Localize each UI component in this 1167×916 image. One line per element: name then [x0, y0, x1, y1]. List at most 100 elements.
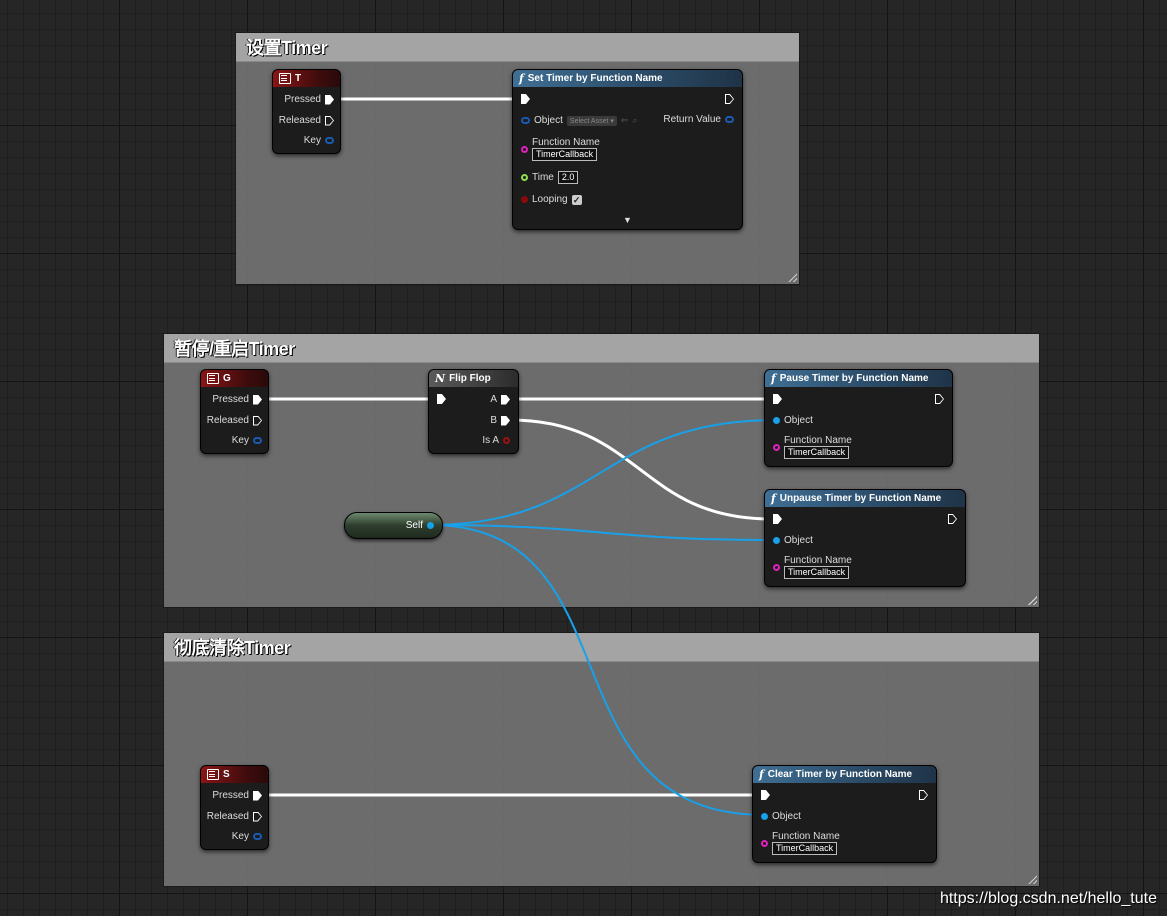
key-event-node-s[interactable]: S Pressed Released Key	[200, 765, 269, 850]
function-name-pin-row[interactable]: Function Name TimerCallback	[521, 137, 600, 161]
function-name-label: Function Name	[772, 831, 840, 842]
exec-pin-icon[interactable]	[773, 394, 782, 404]
exec-out-pin[interactable]	[948, 514, 957, 524]
object-pin-icon[interactable]	[773, 537, 780, 544]
resize-handle-icon[interactable]	[788, 273, 797, 282]
object-pin-row[interactable]: Object	[773, 415, 813, 426]
resize-handle-icon[interactable]	[1028, 596, 1037, 605]
comment-title[interactable]: 暂停/重启Timer	[164, 334, 1039, 363]
exec-pin-icon[interactable]	[935, 394, 944, 404]
struct-pin-icon[interactable]	[253, 437, 262, 444]
exec-pin-icon[interactable]	[253, 790, 262, 801]
object-pin-row[interactable]: Object Select Asset ▾ ⇐ ⌕	[521, 115, 638, 126]
function-name-input[interactable]: TimerCallback	[532, 148, 598, 161]
string-pin-icon[interactable]	[521, 145, 528, 153]
function-name-input[interactable]: TimerCallback	[784, 566, 850, 579]
key-label: Key	[231, 831, 249, 842]
node-title: Flip Flop	[449, 373, 491, 384]
exec-in-pin[interactable]	[521, 94, 530, 104]
time-input[interactable]: 2.0	[557, 171, 579, 184]
function-name-pin-row[interactable]: Function Name TimerCallback	[773, 435, 852, 459]
exec-pin-icon[interactable]	[919, 790, 928, 800]
struct-pin-icon[interactable]	[325, 137, 334, 144]
self-reference-node[interactable]: Self	[344, 512, 443, 539]
flip-flop-node[interactable]: N Flip Flop A B Is A	[428, 369, 519, 454]
key-label: Key	[303, 135, 321, 146]
resize-handle-icon[interactable]	[1028, 875, 1037, 884]
exec-out-pin[interactable]	[935, 394, 944, 404]
set-timer-node[interactable]: f Set Timer by Function Name Object Sele…	[512, 69, 743, 230]
pressed-label: Pressed	[284, 94, 321, 105]
exec-in-pin[interactable]	[437, 394, 446, 404]
pressed-pin-row[interactable]: Pressed	[284, 94, 334, 105]
pause-timer-node[interactable]: f Pause Timer by Function Name Object Fu…	[764, 369, 953, 467]
self-pin-row[interactable]: Self	[406, 520, 434, 531]
released-pin-row[interactable]: Released	[279, 115, 334, 126]
released-pin-row[interactable]: Released	[207, 415, 262, 426]
b-pin-row[interactable]: B	[490, 415, 510, 426]
clear-timer-node[interactable]: f Clear Timer by Function Name Object Fu…	[752, 765, 937, 863]
object-pin-icon[interactable]	[427, 522, 434, 529]
function-name-pin-row[interactable]: Function Name TimerCallback	[761, 831, 840, 855]
return-value-pin-row[interactable]: Return Value	[663, 114, 734, 125]
select-asset-dropdown[interactable]: Select Asset ▾	[566, 115, 617, 126]
looping-pin-row[interactable]: Looping ✓	[521, 194, 582, 205]
exec-pin-icon[interactable]	[521, 94, 530, 104]
key-pin-row[interactable]: Key	[232, 435, 262, 446]
comment-title[interactable]: 彻底清除Timer	[164, 633, 1039, 662]
function-name-input[interactable]: TimerCallback	[784, 446, 850, 459]
object-pin-row[interactable]: Object	[773, 535, 813, 546]
exec-out-pin[interactable]	[919, 790, 928, 800]
struct-pin-icon[interactable]	[725, 116, 734, 123]
string-pin-icon[interactable]	[773, 443, 780, 451]
use-selected-arrow-icon[interactable]: ⇐	[621, 115, 629, 126]
a-pin-row[interactable]: A	[490, 394, 510, 405]
object-pin-row[interactable]: Object	[761, 811, 801, 822]
key-pin-row[interactable]: Key	[232, 831, 262, 842]
unpause-timer-node[interactable]: f Unpause Timer by Function Name Object …	[764, 489, 966, 587]
exec-pin-icon[interactable]	[253, 811, 262, 822]
bool-pin-icon[interactable]	[521, 196, 528, 203]
object-pin-icon[interactable]	[761, 813, 768, 820]
object-pin-icon[interactable]	[773, 417, 780, 424]
exec-pin-icon[interactable]	[725, 94, 734, 104]
string-pin-icon[interactable]	[773, 563, 780, 571]
string-pin-icon[interactable]	[761, 839, 768, 847]
object-pin-icon[interactable]	[521, 117, 530, 124]
is-a-label: Is A	[482, 435, 499, 446]
expand-arrow-icon[interactable]: ▼	[623, 215, 632, 225]
exec-in-pin[interactable]	[773, 514, 782, 524]
exec-pin-icon[interactable]	[253, 394, 262, 405]
function-icon: f	[771, 492, 776, 505]
exec-pin-icon[interactable]	[253, 415, 262, 426]
struct-pin-icon[interactable]	[253, 833, 262, 840]
looping-checkbox[interactable]: ✓	[571, 194, 582, 205]
comment-title[interactable]: 设置Timer	[236, 33, 799, 62]
exec-pin-icon[interactable]	[501, 394, 510, 405]
time-pin-row[interactable]: Time 2.0	[521, 171, 579, 184]
exec-pin-icon[interactable]	[773, 514, 782, 524]
exec-out-pin[interactable]	[725, 94, 734, 104]
function-name-pin-row[interactable]: Function Name TimerCallback	[773, 555, 852, 579]
key-name: S	[223, 769, 230, 780]
key-pin-row[interactable]: Key	[304, 135, 334, 146]
pressed-pin-row[interactable]: Pressed	[212, 394, 262, 405]
browse-search-icon[interactable]: ⌕	[632, 115, 637, 126]
pressed-pin-row[interactable]: Pressed	[212, 790, 262, 801]
function-name-input[interactable]: TimerCallback	[772, 842, 838, 855]
exec-in-pin[interactable]	[773, 394, 782, 404]
bool-pin-icon[interactable]	[503, 437, 510, 444]
float-pin-icon[interactable]	[521, 174, 528, 181]
exec-pin-icon[interactable]	[761, 790, 770, 800]
released-pin-row[interactable]: Released	[207, 811, 262, 822]
exec-pin-icon[interactable]	[437, 394, 446, 404]
is-a-pin-row[interactable]: Is A	[482, 435, 510, 446]
exec-pin-icon[interactable]	[501, 415, 510, 426]
exec-pin-icon[interactable]	[948, 514, 957, 524]
key-event-node-g[interactable]: G Pressed Released Key	[200, 369, 269, 454]
exec-pin-icon[interactable]	[325, 94, 334, 105]
exec-pin-icon[interactable]	[325, 115, 334, 126]
return-value-label: Return Value	[663, 114, 721, 125]
key-event-node-t[interactable]: T Pressed Released Key	[272, 69, 341, 154]
exec-in-pin[interactable]	[761, 790, 770, 800]
